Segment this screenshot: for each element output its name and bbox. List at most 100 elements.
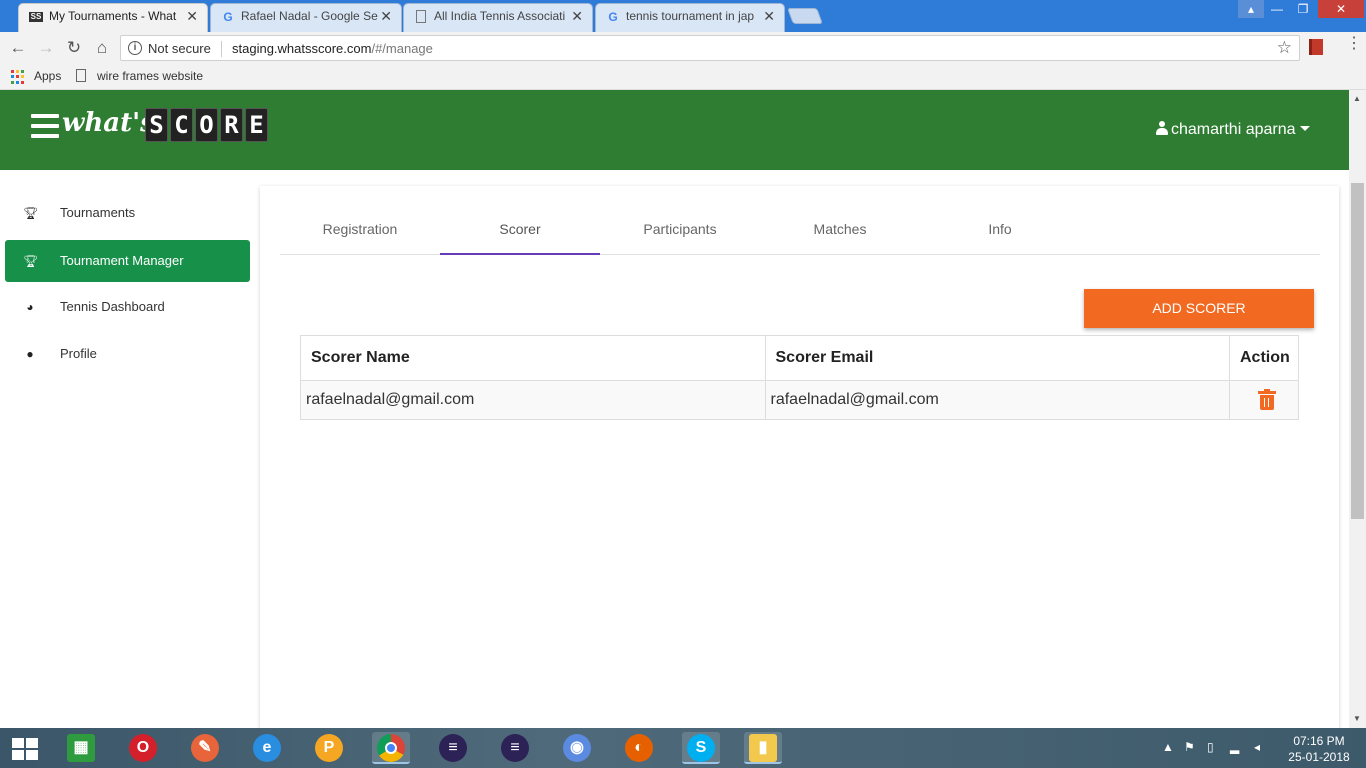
browser-tab-aita[interactable]: All India Tennis Associati ✕	[403, 3, 593, 32]
sidebar-item-label: Tennis Dashboard	[60, 299, 165, 314]
browser-tab-strip: SS My Tournaments - What ✕ G Rafael Nada…	[0, 0, 1366, 33]
app-header: what's S C O R E chamarthi aparna	[0, 90, 1349, 170]
home-icon[interactable]: ⌂	[91, 38, 113, 58]
browser-toolbar: ← → ↻ ⌂ i Not secure staging.whatsscore.…	[0, 32, 1366, 64]
bookmark-star-icon[interactable]: ☆	[1277, 38, 1292, 58]
sidebar-item-tournaments[interactable]: 🏆︎ Tournaments	[5, 192, 250, 234]
browser-tab-title: tennis tournament in jap	[626, 9, 755, 23]
dashboard-icon: ◕	[26, 300, 34, 314]
info-icon[interactable]: i	[128, 41, 142, 55]
back-arrow-icon[interactable]: ←	[7, 38, 29, 58]
store-app-icon[interactable]: ▦	[62, 732, 100, 764]
caret-down-icon	[1299, 126, 1310, 131]
table-row: rafaelnadal@gmail.com rafaelnadal@gmail.…	[300, 380, 1299, 420]
tab-scorer[interactable]: Scorer	[440, 211, 600, 255]
taskbar: ▦ O ✎ e P ≡ ≡ ◉ ◐ S ▮ ▲ ⚑ ▯ ▂ ◂ 07:16 PM…	[0, 728, 1366, 768]
tab-participants[interactable]: Participants	[600, 211, 760, 255]
browser-tab-title: All India Tennis Associati	[434, 9, 566, 23]
close-tab-icon[interactable]: ✕	[763, 4, 775, 28]
url-host: staging.whatsscore.com	[232, 41, 372, 56]
restore-window-icon[interactable]: ❐	[1290, 0, 1316, 18]
volume-icon[interactable]: ◂	[1254, 740, 1260, 754]
system-clock[interactable]: 07:16 PM 25-01-2018	[1280, 733, 1358, 765]
scroll-up-icon[interactable]: ▲	[1353, 94, 1361, 103]
logo-tile: R	[220, 108, 243, 142]
scorers-table: Scorer Name Scorer Email Action rafaelna…	[300, 335, 1299, 420]
windows-start-icon[interactable]	[12, 738, 38, 760]
document-icon	[76, 69, 86, 82]
internet-explorer-app-icon[interactable]: e	[248, 732, 286, 764]
browser-tab-tennis-japan[interactable]: G tennis tournament in jap ✕	[595, 3, 785, 32]
bookmark-apps[interactable]: Apps	[34, 69, 61, 83]
trophy-icon: 🏆︎	[23, 254, 39, 268]
document-favicon-icon	[416, 10, 426, 23]
browser-tab-title: My Tournaments - What	[49, 9, 177, 23]
scroll-down-icon[interactable]: ▼	[1353, 714, 1361, 723]
user-profile-icon[interactable]: ▴	[1238, 0, 1264, 18]
action-cell	[1229, 380, 1299, 420]
network-error-icon[interactable]: ⚑	[1184, 740, 1195, 754]
battery-icon[interactable]: ▯	[1207, 740, 1214, 754]
postman-app-icon[interactable]: ✎	[186, 732, 224, 764]
sidebar-item-label: Tournaments	[60, 205, 136, 220]
logo-text: what's	[62, 108, 155, 138]
bookmarks-bar: Apps wire frames website	[0, 64, 1366, 90]
browser-menu-icon[interactable]: ⋮	[1346, 36, 1362, 52]
close-tab-icon[interactable]: ✕	[380, 4, 392, 28]
extension-icon[interactable]	[1309, 39, 1323, 55]
bookmark-wire-frames[interactable]: wire frames website	[97, 69, 203, 83]
tab-info[interactable]: Info	[920, 211, 1080, 255]
tab-matches[interactable]: Matches	[760, 211, 920, 255]
chrome-app-icon[interactable]	[372, 732, 410, 764]
eclipse-app-icon[interactable]: ≡	[496, 732, 534, 764]
eclipse-app-icon[interactable]: ≡	[434, 732, 472, 764]
url-path: /#/manage	[371, 41, 433, 56]
google-favicon-icon: G	[223, 10, 233, 24]
logo-tile: O	[195, 108, 218, 142]
pidgin-app-icon[interactable]: P	[310, 732, 348, 764]
tab-registration[interactable]: Registration	[280, 211, 440, 255]
logo-tile: S	[145, 108, 168, 142]
main-card: Registration Scorer Participants Matches…	[260, 186, 1339, 746]
forward-arrow-icon[interactable]: →	[35, 38, 57, 58]
browser-tab-rafael-nadal[interactable]: G Rafael Nadal - Google Se ✕	[210, 3, 402, 32]
new-tab-button[interactable]	[787, 8, 823, 24]
manager-tabs: Registration Scorer Participants Matches…	[280, 211, 1320, 255]
user-icon	[1156, 121, 1168, 135]
sidebar-item-label: Profile	[60, 346, 97, 361]
trophy-icon: 🏆︎	[23, 206, 39, 220]
scorer-email-cell: rafaelnadal@gmail.com	[764, 380, 1230, 420]
browser-tab-my-tournaments[interactable]: SS My Tournaments - What ✕	[18, 3, 208, 33]
minimize-window-icon[interactable]: —	[1264, 0, 1290, 18]
url-text[interactable]: staging.whatsscore.com/#/manage	[232, 41, 433, 56]
close-window-icon[interactable]: ✕	[1318, 0, 1364, 18]
close-tab-icon[interactable]: ✕	[571, 4, 583, 28]
add-scorer-button[interactable]: ADD SCORER	[1084, 289, 1314, 328]
file-explorer-app-icon[interactable]: ▮	[744, 732, 782, 764]
column-header-scorer-name: Scorer Name	[300, 335, 766, 381]
logo-tile: C	[170, 108, 193, 142]
trash-icon[interactable]	[1257, 389, 1276, 411]
logo-tile: E	[245, 108, 268, 142]
close-tab-icon[interactable]: ✕	[186, 4, 198, 28]
sidebar-item-tennis-dashboard[interactable]: ◕ Tennis Dashboard	[5, 286, 250, 328]
reload-icon[interactable]: ↻	[63, 38, 85, 58]
signal-icon[interactable]: ▂	[1230, 740, 1239, 754]
user-icon: ●	[26, 347, 34, 361]
scrollbar-thumb[interactable]	[1351, 183, 1364, 519]
sidebar-item-profile[interactable]: ● Profile	[5, 333, 250, 375]
clock-time: 07:16 PM	[1293, 734, 1345, 748]
user-menu[interactable]: chamarthi aparna	[1156, 121, 1310, 139]
firefox-app-icon[interactable]: ◐	[620, 732, 658, 764]
security-label[interactable]: Not secure	[148, 41, 211, 56]
apps-grid-icon[interactable]	[11, 70, 25, 84]
whatsscore-favicon-icon: SS	[29, 12, 43, 22]
address-bar[interactable]: i Not secure staging.whatsscore.com/#/ma…	[120, 35, 1300, 61]
skype-app-icon[interactable]: S	[682, 732, 720, 764]
chromium-app-icon[interactable]: ◉	[558, 732, 596, 764]
hamburger-menu-icon[interactable]	[31, 114, 59, 138]
sidebar-item-tournament-manager[interactable]: 🏆︎ Tournament Manager	[5, 240, 250, 282]
page-scrollbar[interactable]: ▲ ▼	[1349, 90, 1366, 728]
show-hidden-icons-icon[interactable]: ▲	[1162, 740, 1174, 754]
opera-app-icon[interactable]: O	[124, 732, 162, 764]
